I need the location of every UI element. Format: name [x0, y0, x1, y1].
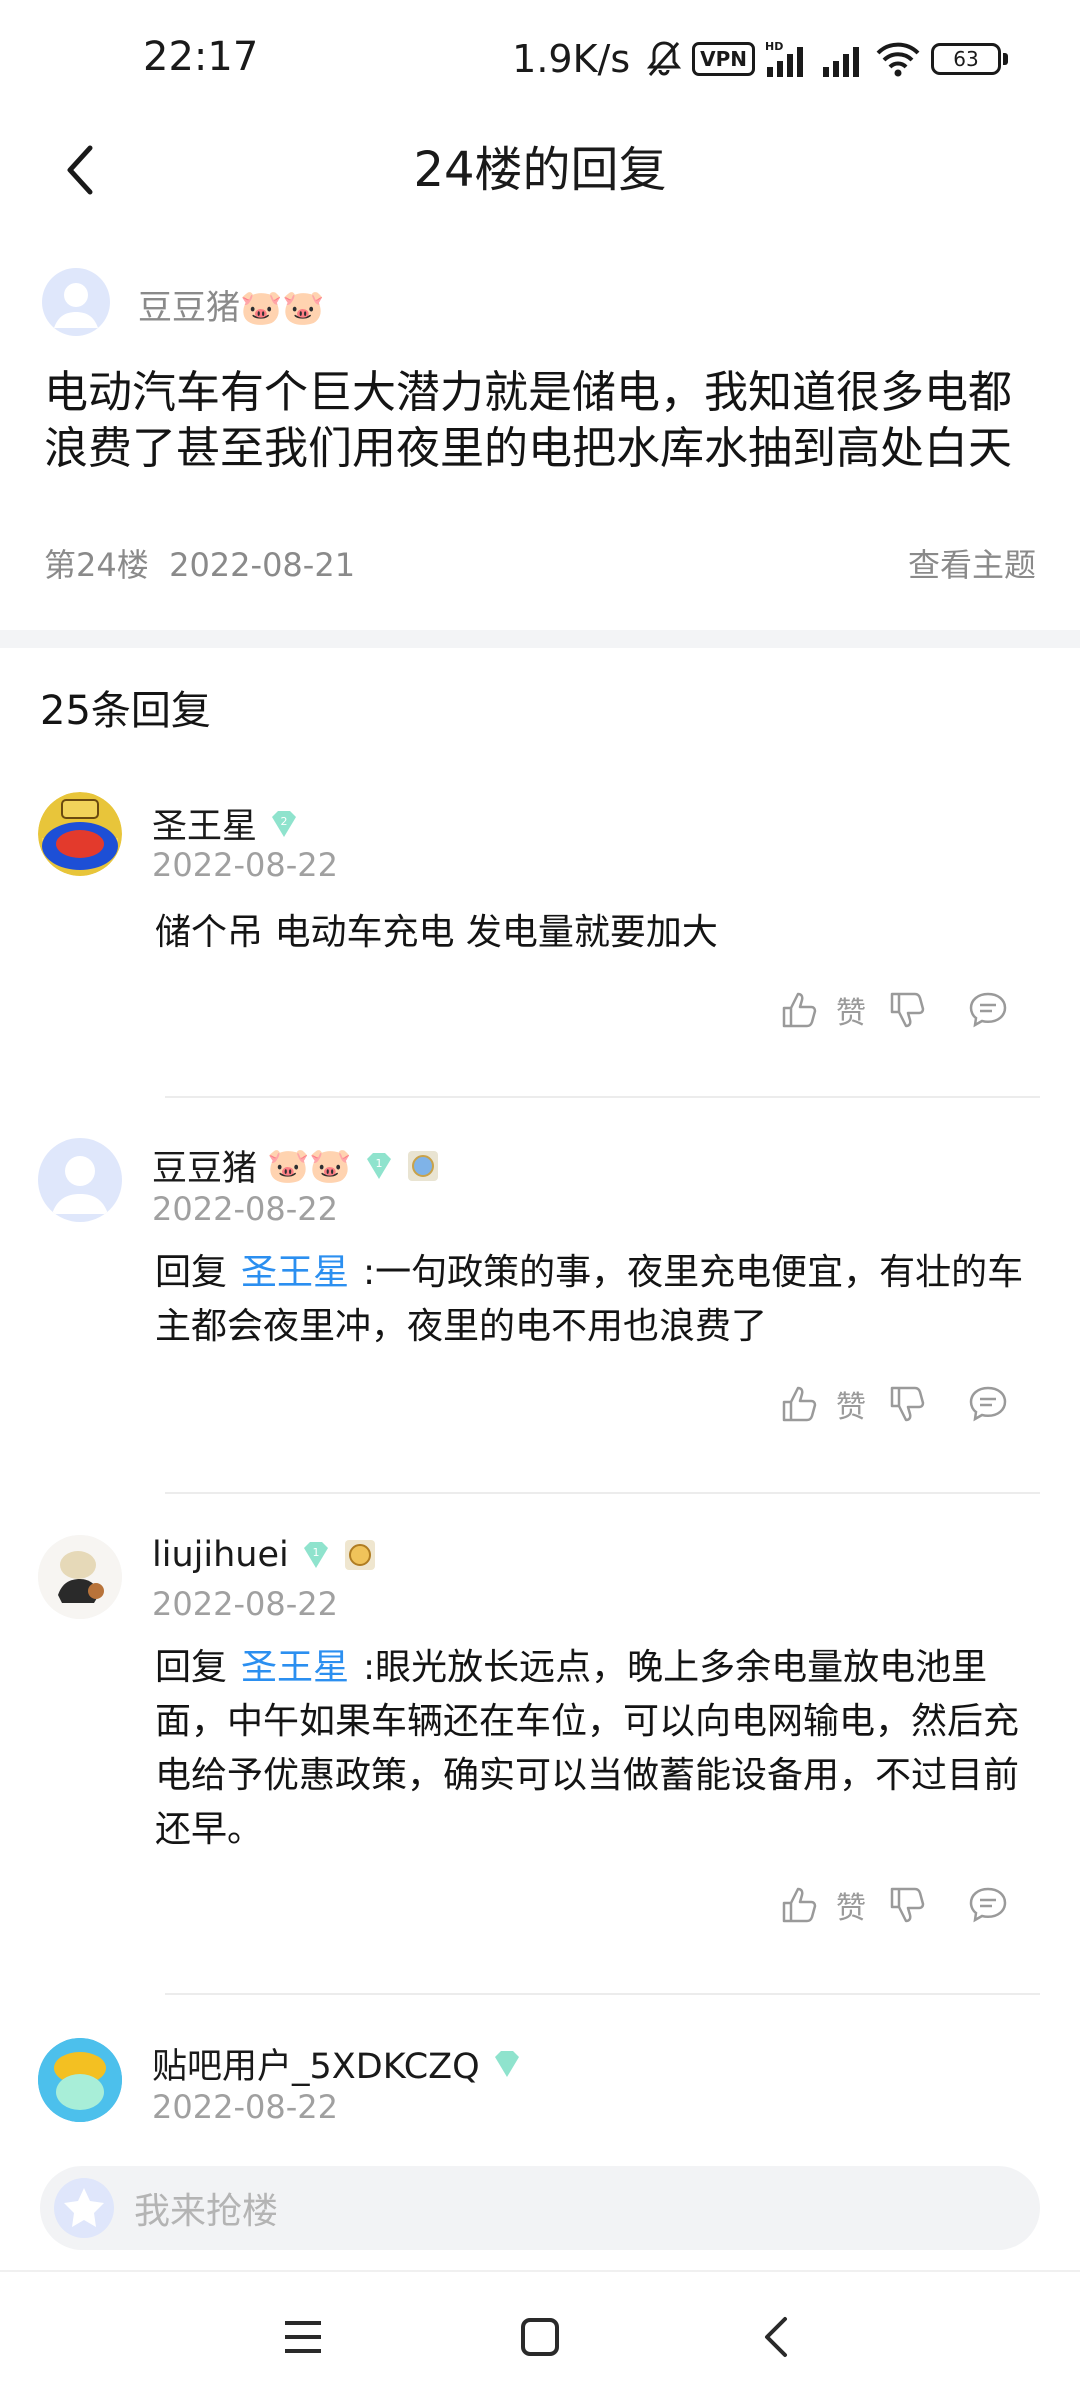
- reply-date: 2022-08-22: [152, 2088, 338, 2126]
- page: 22:17 1.9K/s VPN HD 63 24楼的回复 豆豆猪🐷🐷 电动汽车…: [0, 0, 1080, 2400]
- reply-author[interactable]: liujihuei 1: [152, 1535, 377, 1575]
- level-badge-icon: [490, 2047, 524, 2081]
- reply-author-name: 豆豆猪: [152, 1149, 258, 1189]
- back-arrow-icon: [67, 145, 93, 195]
- reply-author[interactable]: 圣王星 2: [152, 798, 301, 849]
- like-label[interactable]: 赞: [836, 1883, 866, 1927]
- network-speed: 1.9K/s: [512, 37, 631, 81]
- op-floor: 第24楼: [44, 546, 149, 584]
- svg-text:1: 1: [375, 1157, 382, 1170]
- battery-level: 63: [931, 43, 1001, 75]
- svg-text:2: 2: [281, 815, 288, 828]
- reply-avatar[interactable]: [38, 2038, 122, 2122]
- back-button[interactable]: [40, 130, 120, 210]
- level-badge-icon: 2: [267, 807, 301, 841]
- comment-icon[interactable]: [968, 990, 1008, 1030]
- status-time: 22:17: [143, 34, 259, 80]
- floor-grab-icon: [50, 2174, 118, 2242]
- reply-actions: 赞: [780, 1881, 1040, 1929]
- reply-content: 储个吊 电动车充电 发电量就要加大: [155, 906, 1025, 960]
- reply-actions: 赞: [780, 986, 1040, 1034]
- level-badge-icon: 1: [299, 1538, 333, 1572]
- dislike-icon[interactable]: [888, 990, 928, 1030]
- reply-separator: [165, 1492, 1040, 1494]
- reply-actions: 赞: [780, 1380, 1040, 1428]
- like-icon[interactable]: [780, 1384, 820, 1424]
- page-title: 24楼的回复: [413, 142, 667, 198]
- reply-input[interactable]: 我来抢楼: [40, 2166, 1040, 2250]
- reply-separator: [165, 1993, 1040, 1995]
- vpn-icon: VPN: [692, 42, 755, 76]
- status-icons: 1.9K/s VPN HD 63: [512, 34, 1008, 84]
- like-icon[interactable]: [780, 990, 820, 1030]
- op-avatar[interactable]: [42, 268, 110, 336]
- nav-back-button[interactable]: [742, 2302, 812, 2372]
- home-square-icon: [521, 2318, 559, 2356]
- menu-button[interactable]: [268, 2302, 338, 2372]
- system-nav-bar: [0, 2270, 1080, 2400]
- op-author[interactable]: 豆豆猪🐷🐷: [138, 280, 325, 329]
- op-floor-info: 第24楼 2022-08-21: [44, 540, 355, 586]
- comment-icon[interactable]: [968, 1384, 1008, 1424]
- signal-icon: [821, 39, 865, 79]
- reply-avatar[interactable]: [38, 792, 122, 876]
- reply-author-name: liujihuei: [152, 1535, 289, 1575]
- like-icon[interactable]: [780, 1885, 820, 1925]
- reply-date: 2022-08-22: [152, 846, 338, 884]
- reply-author-name: 圣王星: [152, 807, 258, 847]
- svg-text:HD: HD: [765, 40, 783, 53]
- section-divider: [0, 630, 1080, 648]
- reply-author[interactable]: 豆豆猪 🐷🐷 1: [152, 1140, 440, 1191]
- header-bar: 24楼的回复: [0, 110, 1080, 230]
- op-date: 2022-08-21: [169, 546, 356, 584]
- nav-back-icon: [765, 2317, 787, 2357]
- reply-date: 2022-08-22: [152, 1585, 338, 1623]
- pig-emoji-icon: 🐷🐷: [240, 288, 325, 328]
- reply-content: 回复 圣王星:眼光放长远点，晚上多余电量放电池里面，中午如果车辆还在车位，可以向电…: [155, 1641, 1025, 1857]
- battery-icon: 63: [931, 43, 1008, 75]
- comment-icon[interactable]: [968, 1885, 1008, 1925]
- mute-bell-icon: [646, 39, 682, 79]
- reply-to-user-link[interactable]: 圣王星: [241, 1252, 349, 1293]
- level-badge-icon: 1: [362, 1149, 396, 1183]
- reply-to-user-link[interactable]: 圣王星: [241, 1647, 349, 1688]
- reply-content: 回复 圣王星:一句政策的事，夜里充电便宜，有壮的车主都会夜里冲，夜里的电不用也浪费…: [155, 1246, 1025, 1354]
- reply-avatar[interactable]: [38, 1138, 122, 1222]
- reply-input-bar: 我来抢楼: [0, 2146, 1080, 2266]
- medal-badge-icon: [406, 1149, 440, 1183]
- reply-author-name: 贴吧用户_5XDKCZQ: [152, 2047, 480, 2087]
- replies-count: 25条回复: [40, 688, 211, 734]
- reply-prefix: 回复: [155, 1647, 228, 1688]
- like-label[interactable]: 赞: [836, 1382, 866, 1426]
- like-label[interactable]: 赞: [836, 988, 866, 1032]
- reply-date: 2022-08-22: [152, 1190, 338, 1228]
- medal-badge-icon: [343, 1538, 377, 1572]
- wifi-icon: [875, 39, 921, 79]
- battery-tip: [1003, 53, 1008, 65]
- reply-avatar[interactable]: [38, 1535, 122, 1619]
- svg-text:1: 1: [312, 1546, 319, 1559]
- menu-icon: [285, 2321, 321, 2353]
- reply-prefix: 回复: [155, 1252, 228, 1293]
- status-bar: 22:17 1.9K/s VPN HD 63: [0, 0, 1080, 120]
- dislike-icon[interactable]: [888, 1885, 928, 1925]
- hd-signal-icon: HD: [765, 39, 811, 79]
- op-content: 电动汽车有个巨大潜力就是储电，我知道很多电都浪费了甚至我们用夜里的电把水库水抽到…: [44, 367, 1012, 474]
- pig-emoji-icon: 🐷🐷: [267, 1145, 352, 1186]
- op-author-name: 豆豆猪: [138, 288, 240, 328]
- reply-author[interactable]: 贴吧用户_5XDKCZQ: [152, 2038, 524, 2089]
- dislike-icon[interactable]: [888, 1384, 928, 1424]
- home-button[interactable]: [505, 2302, 575, 2372]
- input-placeholder: 我来抢楼: [134, 2191, 279, 2232]
- view-topic-link[interactable]: 查看主题: [908, 540, 1036, 586]
- reply-text: 储个吊 电动车充电 发电量就要加大: [155, 912, 718, 953]
- reply-separator: [165, 1096, 1040, 1098]
